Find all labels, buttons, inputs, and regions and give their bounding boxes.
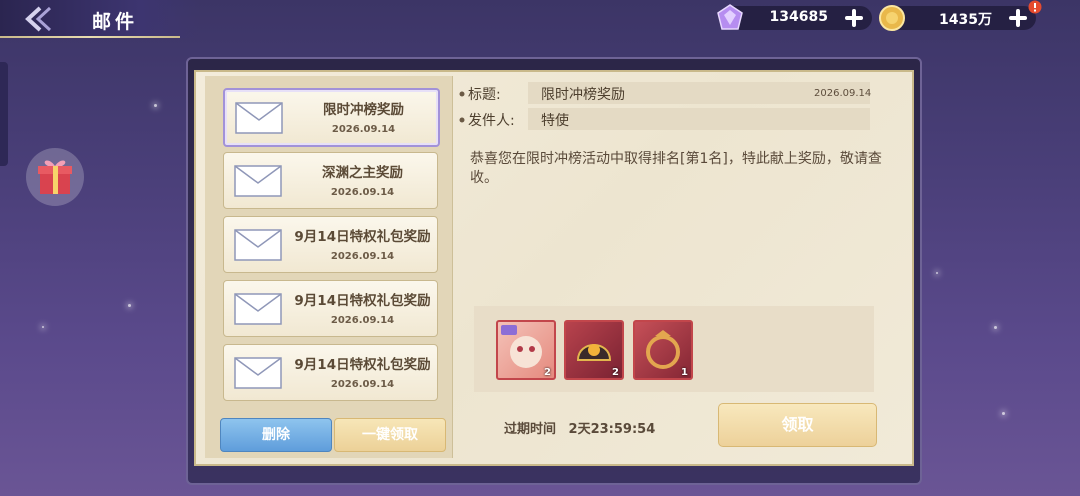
sparkle [936,272,938,274]
sparkle [994,326,997,329]
mail-item[interactable]: 9月14日特权礼包奖励 2026.09.14 [223,280,438,337]
envelope-icon [234,165,282,197]
mail-item[interactable]: 9月14日特权礼包奖励 2026.09.14 [223,216,438,273]
envelope-icon [234,293,282,325]
sparkle [1002,412,1005,415]
mail-detail-date: 2026.09.14 [814,88,872,99]
mail-item[interactable]: 9月14日特权礼包奖励 2026.09.14 [223,344,438,401]
envelope-icon [234,229,282,261]
reward-item[interactable]: 1 [633,320,693,380]
page-title: 邮件 [92,11,139,33]
mail-date: 2026.09.14 [330,251,395,262]
add-gold-button[interactable] [1008,8,1028,28]
sparkle [154,104,157,107]
gold-coin-icon [879,5,905,31]
mail-date: 2026.09.14 [331,124,396,135]
expire-time: 过期时间 2天23:59:54 [504,418,655,437]
gem-count: 134685 [769,9,828,25]
gold-resource: 1435万 [879,0,1042,31]
gem-resource: 134685 [717,4,872,30]
mail-item[interactable]: 限时冲榜奖励 2026.09.14 [223,88,440,147]
delete-button[interactable]: 删除 [220,418,332,452]
reward-count: 2 [544,367,551,378]
mail-title: 9月14日特权礼包奖励 [294,293,431,309]
mail-title: 9月14日特权礼包奖励 [294,357,431,373]
notification-badge-icon [1028,0,1042,14]
envelope-icon [235,102,283,134]
add-gem-button[interactable] [844,8,864,28]
reward-count: 1 [681,367,688,378]
mail-body: 恭喜您在限时冲榜活动中取得排名[第1名]，特此献上奖励，敬请查收。 [470,151,882,186]
gift-icon [38,160,72,194]
gold-count: 1435万 [939,12,992,28]
back-arrow-icon [25,6,52,32]
gift-button[interactable] [26,148,84,206]
title-label: 标题: [468,87,501,103]
reward-count: 2 [612,367,619,378]
mail-item[interactable]: 深渊之主奖励 2026.09.14 [223,152,438,209]
reward-item[interactable]: 2 [496,320,556,380]
mail-date: 2026.09.14 [330,187,395,198]
envelope-icon [234,357,282,389]
expire-label: 过期时间 [504,422,557,437]
mail-title: 限时冲榜奖励 [323,102,404,118]
gem-icon [717,4,743,30]
claim-button[interactable]: 领取 [718,403,877,447]
sender-label: 发件人: [468,113,515,129]
top-bar-divider [0,36,180,38]
expire-value: 2天23:59:54 [568,422,656,437]
sparkle [42,326,44,328]
mail-title: 深渊之主奖励 [322,165,403,181]
bullet-icon [459,91,465,97]
bullet-icon [459,117,465,123]
back-button[interactable] [22,6,58,32]
mail-title: 9月14日特权礼包奖励 [294,229,431,245]
side-tab[interactable] [0,62,8,166]
reward-item[interactable]: 2 [564,320,624,380]
mail-date: 2026.09.14 [330,379,395,390]
mail-date: 2026.09.14 [330,315,395,326]
claim-all-button[interactable]: 一键领取 [334,418,446,452]
mail-sender: 特使 [541,113,569,129]
sender-field [528,108,870,130]
mail-subject: 限时冲榜奖励 [541,87,625,103]
sparkle [128,304,131,307]
